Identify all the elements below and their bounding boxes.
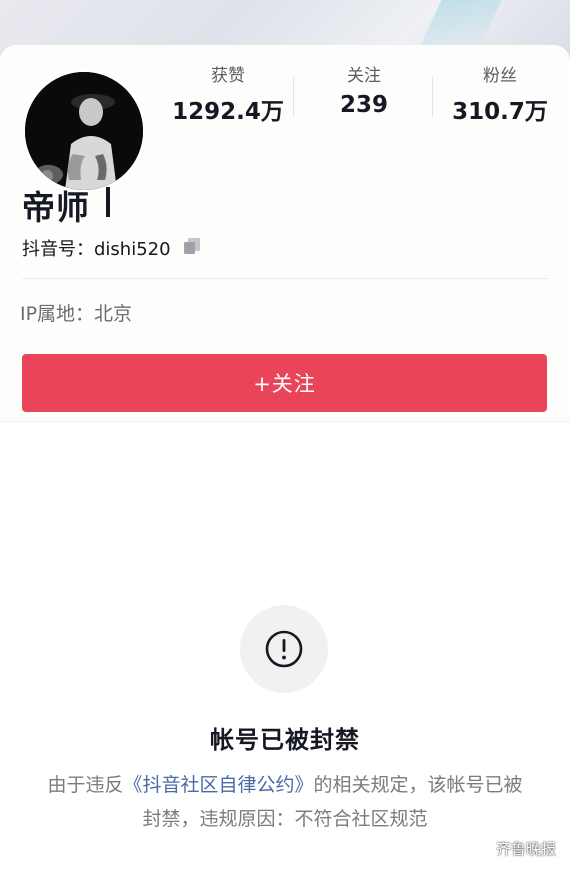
ban-desc-prefix: 由于违反 — [47, 774, 124, 796]
stat-followers[interactable]: 粉丝 310.7万 — [432, 59, 568, 126]
ban-description: 由于违反《抖音社区自律公约》的相关规定，该帐号已被封禁，违规原因：不符合社区规范 — [40, 768, 530, 836]
ip-location: IP属地：北京 — [20, 303, 133, 325]
ban-icon-circle — [240, 605, 328, 693]
stat-divider — [293, 77, 294, 117]
douyin-id: 抖音号：dishi520 — [22, 239, 171, 260]
ban-title: 帐号已被封禁 — [210, 726, 360, 754]
text-cursor — [106, 187, 110, 217]
watermark-text: 齐鲁晚报 — [496, 839, 557, 858]
exclamation-circle-icon — [265, 630, 303, 668]
stat-followers-label: 粉丝 — [483, 66, 517, 86]
divider — [22, 278, 548, 279]
avatar[interactable] — [22, 69, 146, 193]
stat-likes-label: 获赞 — [211, 66, 245, 86]
stats-row: 获赞 1292.4万 关注 239 粉丝 310.7万 — [160, 59, 570, 135]
follow-button[interactable]: +关注 — [22, 354, 547, 412]
profile-card: 获赞 1292.4万 关注 239 粉丝 310.7万 帝师 抖音号：dishi… — [0, 45, 570, 421]
stat-following-label: 关注 — [347, 66, 381, 86]
username: 帝师 — [22, 188, 90, 227]
community-guidelines-link[interactable]: 《抖音社区自律公约》 — [123, 774, 313, 796]
wechat-logo-icon — [470, 839, 492, 857]
stat-following[interactable]: 关注 239 — [296, 59, 432, 118]
section-separator — [0, 421, 570, 422]
avatar-image — [25, 72, 143, 190]
copy-icon[interactable] — [182, 236, 202, 256]
watermark: 齐鲁晚报 — [470, 836, 556, 860]
stat-followers-value: 310.7万 — [452, 99, 548, 125]
stat-likes[interactable]: 获赞 1292.4万 — [160, 59, 296, 126]
stat-likes-value: 1292.4万 — [172, 99, 284, 125]
stat-following-value: 239 — [339, 92, 388, 118]
